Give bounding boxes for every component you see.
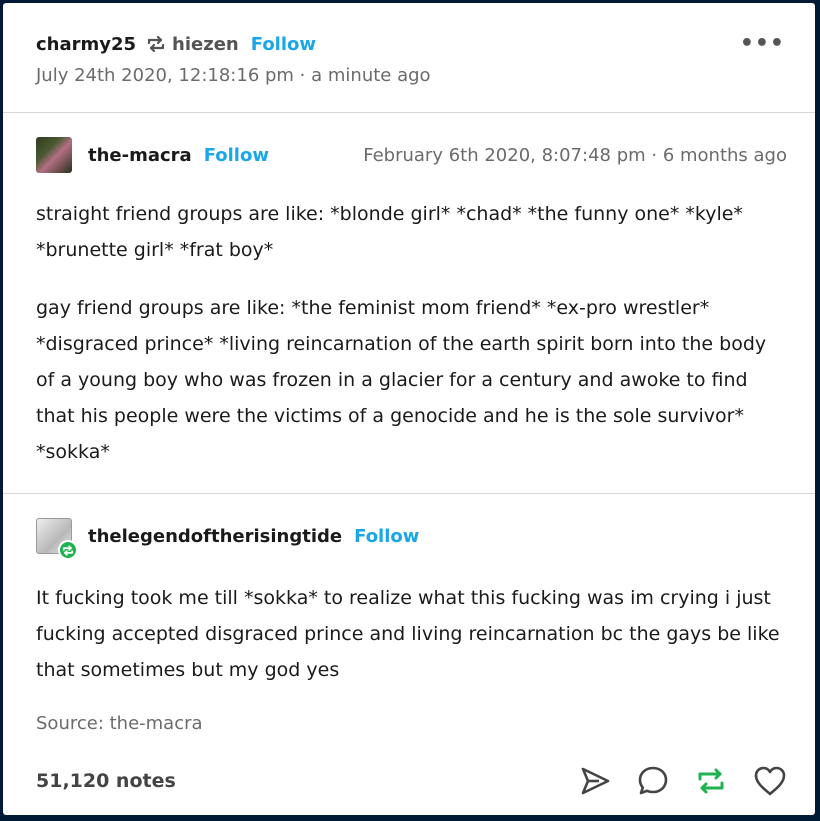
post-actions (579, 765, 787, 797)
trail-paragraph: gay friend groups are like: *the feminis… (36, 297, 767, 463)
follow-button[interactable]: Follow (354, 526, 419, 547)
post-source[interactable]: Source: the-macra (36, 713, 203, 734)
trail-blog-name[interactable]: thelegendoftherisingtide (88, 526, 342, 547)
trail-blog-name[interactable]: the-macra (88, 145, 192, 166)
heart-icon[interactable] (753, 765, 787, 797)
divider (3, 112, 815, 113)
post-header: charmy25 hiezen Follow ••• July 24th 202… (36, 31, 795, 86)
reply-icon[interactable] (637, 765, 669, 797)
avatar[interactable] (36, 518, 78, 560)
trail-paragraph: straight friend groups are like: *blonde… (36, 203, 743, 261)
more-options-icon[interactable]: ••• (740, 31, 785, 56)
divider (3, 493, 815, 494)
trail-item: thelegendoftherisingtide Follow It fucki… (36, 516, 787, 688)
post-card: charmy25 hiezen Follow ••• July 24th 202… (3, 3, 815, 815)
follow-button[interactable]: Follow (204, 145, 269, 166)
share-icon[interactable] (579, 765, 611, 797)
reblog-icon (146, 35, 166, 53)
notes-count[interactable]: 51,120 notes (36, 770, 176, 792)
post-author[interactable]: charmy25 (36, 34, 136, 55)
post-footer: 51,120 notes (36, 761, 787, 801)
trail-paragraph: It fucking took me till *sokka* to reali… (36, 587, 780, 681)
trail-body: It fucking took me till *sokka* to reali… (36, 580, 787, 688)
trail-item: the-macra Follow February 6th 2020, 8:07… (36, 135, 787, 470)
follow-button[interactable]: Follow (251, 34, 316, 55)
reblogged-from[interactable]: hiezen (172, 34, 239, 55)
avatar[interactable] (36, 137, 72, 173)
post-timestamp: July 24th 2020, 12:18:16 pm · a minute a… (36, 65, 431, 86)
trail-body: straight friend groups are like: *blonde… (36, 196, 787, 470)
trail-timestamp: February 6th 2020, 8:07:48 pm · 6 months… (363, 144, 787, 166)
reblog-badge-icon (58, 540, 78, 560)
reblog-icon[interactable] (695, 765, 727, 797)
